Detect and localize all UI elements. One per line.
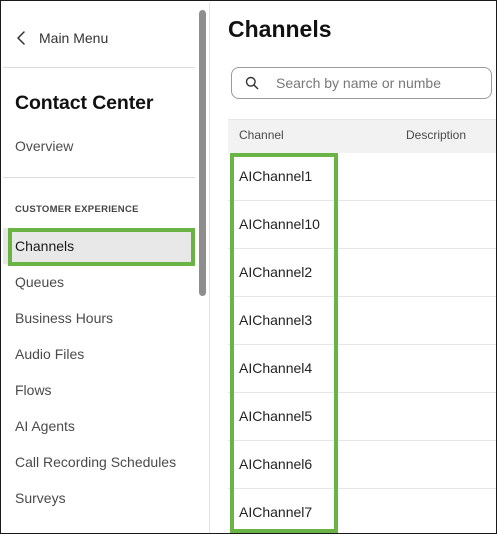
column-header-description[interactable]: Description [406,128,466,142]
channel-name: AIChannel1 [239,168,313,184]
sidebar-scrollbar[interactable] [199,10,206,296]
table-row[interactable]: AIChannel7 [228,489,496,533]
table-row[interactable]: AIChannel3 [228,297,496,345]
sidebar-item-surveys[interactable]: Surveys [3,480,195,516]
divider [3,177,195,178]
sidebar-item-overview[interactable]: Overview [15,138,73,154]
channel-name: AIChannel10 [239,216,320,232]
chevron-left-icon [16,28,36,48]
table-row[interactable]: AIChannel2 [228,249,496,297]
table-row[interactable]: AIChannel5 [228,393,496,441]
app-title: Contact Center [15,92,154,114]
sidebar-item-audio-files[interactable]: Audio Files [3,336,195,372]
sidebar-item-business-hours[interactable]: Business Hours [3,300,195,336]
search-box[interactable] [231,67,492,99]
channel-name: AIChannel7 [239,504,313,520]
sidebar-item-queues[interactable]: Queues [3,264,195,300]
sidebar-item-call-recording-schedules[interactable]: Call Recording Schedules [3,444,195,480]
table-row[interactable]: AIChannel4 [228,345,496,393]
main-menu-link[interactable]: Main Menu [16,28,108,48]
section-label: CUSTOMER EXPERIENCE [15,204,139,215]
channel-name: AIChannel4 [239,360,313,376]
table-row[interactable]: AIChannel1 [228,153,496,201]
table-header: Channel Description [228,119,496,153]
sidebar-item-channels[interactable]: Channels [3,228,195,264]
app-window: Main Menu Contact Center Overview CUSTOM… [0,0,497,534]
sidebar-item-ai-agents[interactable]: AI Agents [3,408,195,444]
main-content: Channels Channel Description AIChannel1 … [211,2,496,533]
channel-name: AIChannel6 [239,456,313,472]
search-input[interactable] [276,75,451,91]
sidebar-item-flows[interactable]: Flows [3,372,195,408]
column-header-channel[interactable]: Channel [239,128,284,142]
page-title: Channels [228,16,332,42]
search-icon [245,76,259,90]
channel-name: AIChannel3 [239,312,313,328]
channel-name: AIChannel2 [239,264,313,280]
sidebar: Main Menu Contact Center Overview CUSTOM… [2,2,210,533]
main-menu-label: Main Menu [39,30,109,46]
channel-name: AIChannel5 [239,408,313,424]
divider [3,67,195,68]
table-row[interactable]: AIChannel6 [228,441,496,489]
table-row[interactable]: AIChannel10 [228,201,496,249]
